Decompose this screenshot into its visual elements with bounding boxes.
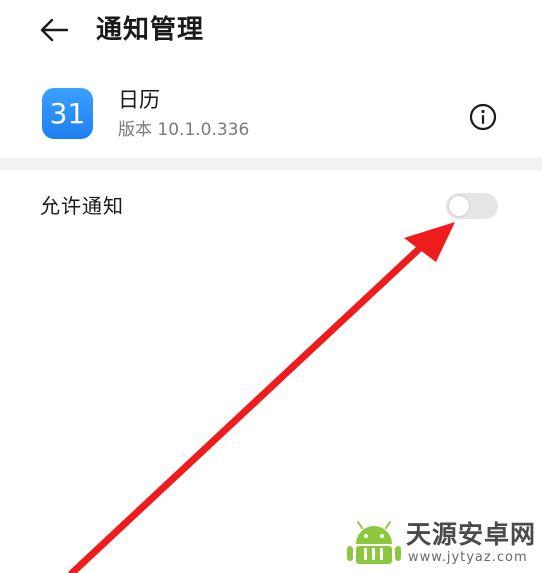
- back-button[interactable]: [36, 12, 72, 48]
- info-circle-icon: [469, 103, 497, 131]
- toggle-knob: [449, 196, 469, 216]
- app-info-button[interactable]: [466, 100, 500, 134]
- allow-notifications-label: 允许通知: [40, 194, 124, 218]
- page-title: 通知管理: [96, 15, 205, 45]
- app-header: 通知管理: [0, 0, 542, 64]
- calendar-app-icon: 31: [42, 88, 93, 139]
- android-logo-icon: [347, 521, 401, 564]
- site-watermark: 天源安卓网 www.jytyaz.com: [346, 518, 538, 568]
- allow-notifications-row[interactable]: 允许通知: [0, 178, 542, 234]
- watermark-url: www.jytyaz.com: [408, 550, 528, 565]
- section-divider: [0, 158, 542, 170]
- app-version: 版本 10.1.0.336: [118, 120, 250, 140]
- arrow-left-icon: [40, 18, 69, 42]
- allow-notifications-toggle[interactable]: [446, 193, 498, 219]
- calendar-icon-date: 31: [49, 97, 86, 130]
- app-info-row: 31 日历 版本 10.1.0.336: [0, 76, 542, 152]
- watermark-name: 天源安卓网: [406, 520, 537, 549]
- app-name: 日历: [118, 88, 160, 112]
